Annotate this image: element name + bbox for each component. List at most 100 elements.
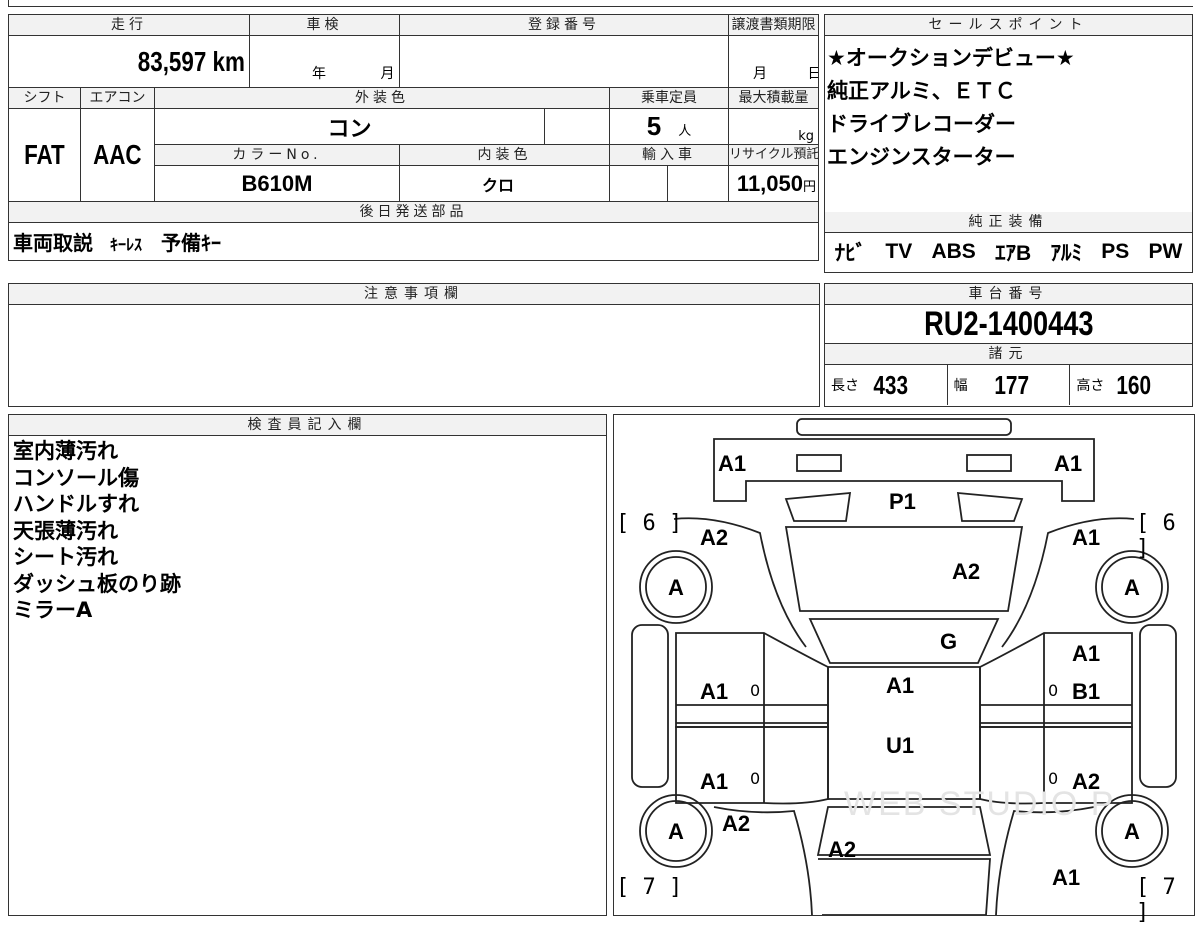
interior-color-value: クロ (482, 175, 515, 195)
length-value: 433 (873, 369, 909, 400)
equipment-item: ｴｱB (995, 242, 1032, 265)
height-label: 高さ (1076, 378, 1105, 394)
code-front-right: A1 (1054, 451, 1083, 476)
code-hood-vent: P1 (889, 489, 916, 514)
equipment-title: 純正装備 (825, 212, 1192, 233)
inspector-box: 検査員記入欄 室内薄汚れ コンソール傷 ハンドルすれ 天張薄汚れ シート汚れ ダ… (8, 414, 607, 916)
code-roof: A1 (886, 673, 915, 698)
inspector-line: シート汚れ (13, 545, 118, 569)
height-value: 160 (1116, 369, 1152, 400)
equipment-item: PS (1101, 240, 1130, 263)
inspector-line: ミラーA (13, 598, 93, 622)
equipment-item: ｱﾙﾐ (1050, 242, 1082, 265)
tire-tread-rear-left: [ 7 ] (616, 875, 683, 900)
tire-tread-value: 6 (1162, 511, 1176, 536)
car-diagram: A1 A1 P1 A2 A1 A2 G A1 A1 B1 A1 U1 A1 A2… (613, 414, 1195, 925)
transfer-month: 月 (753, 66, 768, 82)
tire-tread-front-right: [ 6 ] (1136, 511, 1176, 561)
registration-value (399, 35, 730, 88)
ac-label: エアコン (80, 87, 155, 109)
transfer-deadline-label: 譲渡書類期限 (728, 14, 820, 36)
tire-tread-value: 7 (642, 875, 656, 900)
chassis-number: RU2-1400443 (923, 305, 1094, 343)
shaken-month: 月 (380, 66, 395, 82)
exterior-color-label: 外装色 (153, 87, 611, 109)
equipment-list: ﾅﾋﾞ TV ABS ｴｱB ｱﾙﾐ PS PW (825, 233, 1192, 271)
inspector-line: ハンドルすれ (13, 492, 139, 516)
tire-tread-value: 7 (1162, 875, 1176, 900)
code-roof-2: U1 (886, 733, 915, 758)
inspector-lines: 室内薄汚れ コンソール傷 ハンドルすれ 天張薄汚れ シート汚れ ダッシュ板のり跡… (9, 436, 606, 624)
top-strip (8, 0, 1193, 7)
recycle-unit: 円 (803, 179, 817, 195)
code-wheel-front-right: A (1124, 575, 1140, 600)
sales-line: ドライブレコーダー (827, 112, 1016, 136)
tire-tread-value: 6 (642, 511, 656, 536)
capacity-value: 5 (646, 111, 662, 141)
inspector-line: ダッシュ板のり跡 (13, 571, 181, 596)
later-item: 車両取説 (13, 231, 93, 255)
code-door-rear-left: A1 (700, 769, 729, 794)
shaken-date: 年 月 (249, 35, 401, 88)
ac-value: AAC (93, 139, 142, 170)
zero-mark: 0 (750, 681, 761, 700)
code-front-left: A1 (718, 451, 747, 476)
mileage-label: 走行 (7, 14, 251, 36)
sales-point-lines: ★オークションデビュー★ 純正アルミ、ＥＴＣ ドライブレコーダー エンジンスター… (825, 36, 1192, 174)
recycle-value: 11,050 (736, 170, 803, 196)
zero-mark: 0 (750, 769, 761, 788)
equipment-item: ﾅﾋﾞ (834, 242, 867, 265)
width-label: 幅 (953, 378, 968, 394)
transfer-date: 月 日 (728, 35, 820, 88)
sales-point-box: セールスポイント ★オークションデビュー★ 純正アルミ、ＥＴＣ ドライブレコーダ… (824, 14, 1193, 214)
inspector-line: コンソール傷 (13, 465, 139, 490)
color-no-label: カラーNo. (153, 144, 401, 166)
inspector-line: 天張薄汚れ (13, 518, 118, 543)
shaken-year: 年 (312, 66, 327, 82)
specs-row: 長さ 433 幅 177 高さ 160 (825, 365, 1192, 405)
chassis-title: 車台番号 (825, 284, 1192, 305)
max-load-unit: kg (728, 108, 820, 145)
capacity-label: 乗車定員 (609, 87, 730, 109)
code-glass: G (940, 629, 958, 654)
exterior-color-value: コン (153, 108, 546, 145)
tire-tread-rear-right: [ 7 ] (1136, 875, 1176, 925)
sales-point-title: セールスポイント (825, 15, 1192, 36)
code-fender-front-left: A2 (700, 525, 729, 550)
mileage-value: 83,597 km (137, 45, 246, 77)
code-quarter-rear-left: A2 (722, 811, 751, 836)
shift-label: シフト (8, 87, 81, 109)
max-load-label: 最大積載量 (728, 87, 820, 109)
color-no-value: B610M (153, 165, 401, 202)
width-value: 177 (994, 369, 1029, 400)
recycle-label: リサイクル預託金 (728, 144, 820, 166)
import-label: 輸入車 (609, 144, 730, 166)
notes-title: 注意事項欄 (9, 284, 819, 305)
transfer-day: 日 (807, 66, 817, 82)
registration-label: 登録番号 (399, 14, 730, 36)
notes-box: 注意事項欄 (8, 283, 820, 407)
sales-line: エンジンスターター (827, 145, 1016, 169)
zero-mark: 0 (1048, 681, 1059, 700)
equipment-box: 純正装備 ﾅﾋﾞ TV ABS ｴｱB ｱﾙﾐ PS PW (824, 212, 1193, 273)
sales-line: 純正アルミ、ＥＴＣ (827, 79, 1016, 103)
code-roof-front: A2 (952, 559, 981, 584)
code-door-front-right-2: B1 (1072, 679, 1101, 704)
inspector-line: 室内薄汚れ (13, 439, 118, 463)
equipment-item: TV (885, 240, 913, 263)
code-door-front-right: A1 (1072, 641, 1101, 666)
code-trunk: A2 (828, 837, 857, 862)
shaken-label: 車検 (249, 14, 401, 36)
equipment-item: ABS (931, 240, 976, 263)
code-wheel-front-left: A (668, 575, 684, 600)
capacity-unit: 人 (678, 124, 692, 139)
watermark: WEB STUDIO P (844, 785, 1116, 823)
tire-tread-front-left: [ 6 ] (616, 511, 683, 536)
equipment-item: PW (1148, 240, 1183, 263)
sales-line: ★オークションデビュー★ (827, 46, 1075, 70)
later-item: ｷｰﾚｽ (109, 235, 142, 254)
code-fender-front-right: A1 (1072, 525, 1101, 550)
code-wheel-rear-right: A (1124, 819, 1140, 844)
length-label: 長さ (831, 378, 859, 394)
code-rear-right: A1 (1052, 865, 1081, 890)
